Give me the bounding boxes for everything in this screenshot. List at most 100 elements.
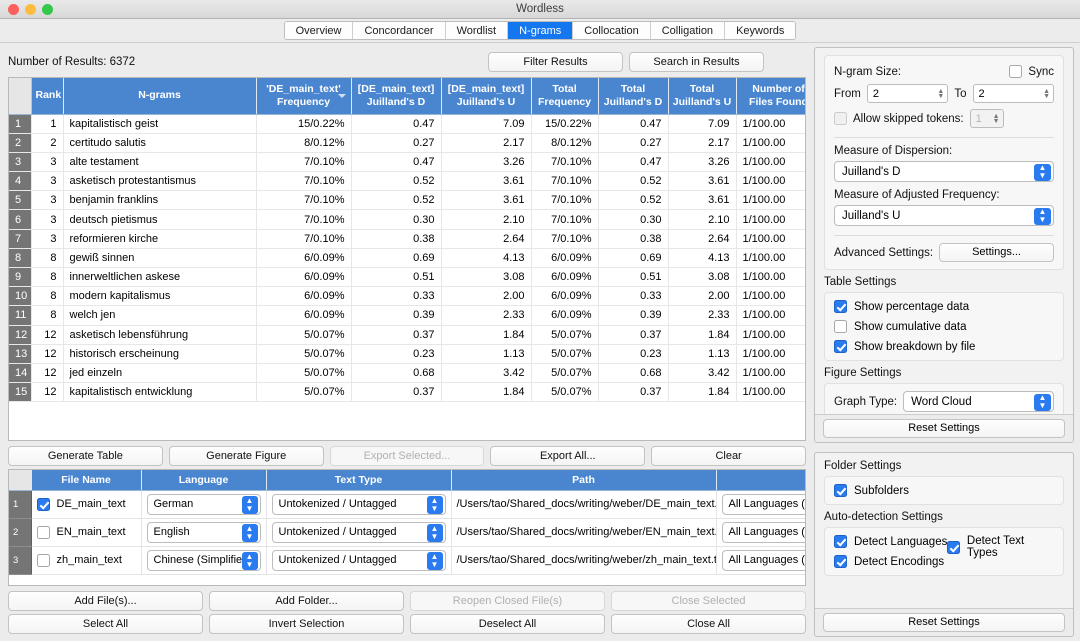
language-select[interactable]: Chinese (Simplified) ▲ ▼ <box>146 549 261 571</box>
ngram-to-input[interactable]: 2 ▲ ▼ <box>972 84 1054 103</box>
adjusted-frequency-select-arrows[interactable]: ▲ ▼ <box>1034 207 1051 225</box>
text-type-select[interactable]: Untokenized / Untagged ▲ ▼ <box>271 549 446 571</box>
export-all-button[interactable]: Export All... <box>490 446 646 466</box>
table-row[interactable]: 14 12 jed einzeln 5/0.07% 0.68 3.42 5/0.07% 0.6… <box>9 363 805 384</box>
skipped-tokens-stepper[interactable]: ▲ ▼ <box>993 113 1001 125</box>
allow-skipped-tokens-checkbox[interactable] <box>834 112 847 125</box>
tab-keywords[interactable]: Keywords <box>725 22 796 39</box>
language-select[interactable]: German ▲ ▼ <box>146 493 261 515</box>
detect-text-types-row[interactable]: Detect Text Types <box>947 535 1054 559</box>
graph-type-select-arrows[interactable]: ▲ ▼ <box>1034 393 1051 411</box>
deselect-all-button[interactable]: Deselect All <box>410 614 605 634</box>
ngrams-column-header-5[interactable]: Total Frequency <box>531 78 599 115</box>
detect-encodings-row[interactable]: Detect Encodings <box>834 555 947 568</box>
subfolders-row[interactable]: Subfolders <box>834 484 1054 497</box>
ngrams-column-header-6[interactable]: Total Juilland's D <box>598 78 669 115</box>
file-select-checkbox[interactable] <box>36 553 50 567</box>
table-row[interactable]: 10 8 modern kapitalismus 6/0.09% 0.33 2.00 6/0… <box>9 286 805 307</box>
advanced-settings-button[interactable]: Settings... <box>939 243 1054 262</box>
ngram-from-stepper[interactable]: ▲ ▼ <box>937 88 945 100</box>
select-all-button[interactable]: Select All <box>8 614 203 634</box>
reset-generation-settings-button[interactable]: Reset Settings <box>823 419 1065 438</box>
table-row[interactable]: 9 8 innerweltlichen askese 6/0.09% 0.51 3.08 6… <box>9 267 805 288</box>
language-select[interactable]: English ▲ ▼ <box>146 521 261 543</box>
table-row[interactable]: 3 3 alte testament 7/0.10% 0.47 3.26 7/0.10% 0.… <box>9 152 805 173</box>
file-column-header-2[interactable]: Text Type <box>266 470 452 491</box>
table-setting-row-2[interactable]: Show breakdown by file <box>834 340 1054 353</box>
tab-concordancer[interactable]: Concordancer <box>353 22 446 39</box>
encoding-select[interactable]: All Languages (U <box>721 549 805 571</box>
file-row[interactable]: 1 DE_main_text German ▲ ▼ Untokenized / Untag… <box>9 490 805 519</box>
ngrams-column-header-0[interactable]: Rank <box>31 78 64 115</box>
ngrams-column-header-1[interactable]: N-grams <box>63 78 257 115</box>
dispersion-select-arrows[interactable]: ▲ ▼ <box>1034 163 1051 181</box>
text-type-select[interactable]: Untokenized / Untagged ▲ ▼ <box>271 493 446 515</box>
file-column-header-0[interactable]: File Name <box>31 470 142 491</box>
ngrams-column-header-4[interactable]: [DE_main_text] Juilland's U <box>441 78 532 115</box>
close-all-button[interactable]: Close All <box>611 614 806 634</box>
search-in-results-button[interactable]: Search in Results <box>629 52 764 72</box>
table-row[interactable]: 8 8 gewiß sinnen 6/0.09% 0.69 4.13 6/0.09% 0.69… <box>9 248 805 269</box>
file-column-header-4[interactable] <box>716 470 805 491</box>
file-row[interactable]: 3 zh_main_text Chinese (Simplified) ▲ ▼ Untok… <box>9 546 805 575</box>
table-row[interactable]: 15 12 kapitalistisch entwicklung 5/0.07% 0.3… <box>9 382 805 403</box>
encoding-select[interactable]: All Languages (U <box>721 493 805 515</box>
tab-collocation[interactable]: Collocation <box>573 22 651 39</box>
language-select-arrows[interactable]: ▲ ▼ <box>241 496 258 514</box>
add-file-s-button[interactable]: Add File(s)... <box>8 591 203 611</box>
ngram-from-input[interactable]: 2 ▲ ▼ <box>866 84 949 103</box>
detect-encodings-checkbox[interactable] <box>834 555 847 568</box>
language-select-arrows[interactable]: ▲ ▼ <box>241 524 258 542</box>
detect-languages-checkbox[interactable] <box>834 535 847 548</box>
table-row[interactable]: 6 3 deutsch pietismus 7/0.10% 0.30 2.10 7/0.10… <box>9 209 805 230</box>
table-row[interactable]: 11 8 welch jen 6/0.09% 0.39 2.33 6/0.09% 0.39 2.… <box>9 305 805 326</box>
sync-checkbox[interactable] <box>1009 65 1023 78</box>
subfolders-checkbox[interactable] <box>834 484 847 497</box>
text-type-select[interactable]: Untokenized / Untagged ▲ ▼ <box>271 521 446 543</box>
tab-wordlist[interactable]: Wordlist <box>445 22 509 39</box>
text-type-select-arrows[interactable]: ▲ ▼ <box>426 524 443 542</box>
detect-text-types-checkbox[interactable] <box>947 540 960 554</box>
table-setting-row-1[interactable]: Show cumulative data <box>834 320 1054 333</box>
generate-figure-button[interactable]: Generate Figure <box>168 446 324 466</box>
detect-languages-row[interactable]: Detect Languages <box>834 535 947 548</box>
table-row[interactable]: 13 12 historisch erscheinung 5/0.07% 0.23 1.1… <box>9 344 805 364</box>
table-setting-checkbox-2[interactable] <box>834 340 847 353</box>
file-column-header-1[interactable]: Language <box>141 470 267 491</box>
ngrams-column-header-2[interactable]: 'DE_main_text' Frequency <box>256 78 352 115</box>
add-folder-button[interactable]: Add Folder... <box>209 591 404 611</box>
tab-overview[interactable]: Overview <box>284 22 354 39</box>
ngrams-column-header-8[interactable]: Number of Files Found <box>736 78 805 115</box>
table-setting-checkbox-0[interactable] <box>834 300 847 313</box>
filter-results-button[interactable]: Filter Results <box>488 52 623 72</box>
table-row[interactable]: 2 2 certitudo salutis 8/0.12% 0.27 2.17 8/0.12… <box>9 133 805 153</box>
graph-type-select[interactable]: Word Cloud ▲ ▼ <box>903 391 1054 412</box>
language-select-arrows[interactable]: ▲ ▼ <box>241 552 258 570</box>
adjusted-frequency-select[interactable]: Juilland's U ▲ ▼ <box>834 205 1054 226</box>
table-row[interactable]: 1 1 kapitalistisch geist 15/0.22% 0.47 7.09 15… <box>9 114 805 134</box>
ngrams-column-header-7[interactable]: Total Juilland's U <box>668 78 737 115</box>
table-row[interactable]: 5 3 benjamin franklins 7/0.10% 0.52 3.61 7/0.1… <box>9 190 805 211</box>
ngrams-table-container[interactable]: Rank N-grams 'DE_main_text' Frequency [DE_ma… <box>8 77 806 441</box>
generation-settings-scroll[interactable]: ⌃ N-gram Size: Sync From 2 <box>815 48 1073 414</box>
clear-button[interactable]: Clear <box>651 446 806 466</box>
skipped-tokens-input[interactable]: 1 ▲ ▼ <box>969 109 1004 128</box>
table-setting-checkbox-1[interactable] <box>834 320 847 333</box>
tab-colligation[interactable]: Colligation <box>650 22 726 39</box>
file-row[interactable]: 2 EN_main_text English ▲ ▼ Untokenized / Unta… <box>9 518 805 547</box>
file-select-checkbox[interactable] <box>36 525 50 539</box>
invert-selection-button[interactable]: Invert Selection <box>209 614 404 634</box>
encoding-select[interactable]: All Languages (U <box>721 521 805 543</box>
table-row[interactable]: 12 12 asketisch lebensführung 5/0.07% 0.37 1.… <box>9 325 805 345</box>
table-row[interactable]: 4 3 asketisch protestantismus 7/0.10% 0.52 3.… <box>9 171 805 192</box>
table-row[interactable]: 7 3 reformieren kirche 7/0.10% 0.38 2.64 7/0.1… <box>9 229 805 249</box>
ngrams-column-header-3[interactable]: [DE_main_text] Juilland's D <box>351 78 442 115</box>
generate-table-button[interactable]: Generate Table <box>8 446 163 466</box>
file-table-container[interactable]: File Name Language Text Type Path 1 DE_main_… <box>8 469 806 586</box>
ngram-to-stepper[interactable]: ▲ ▼ <box>1043 88 1051 100</box>
file-column-header-3[interactable]: Path <box>451 470 717 491</box>
file-select-checkbox[interactable] <box>36 497 50 511</box>
text-type-select-arrows[interactable]: ▲ ▼ <box>426 496 443 514</box>
dispersion-select[interactable]: Juilland's D ▲ ▼ <box>834 161 1054 182</box>
text-type-select-arrows[interactable]: ▲ ▼ <box>426 552 443 570</box>
